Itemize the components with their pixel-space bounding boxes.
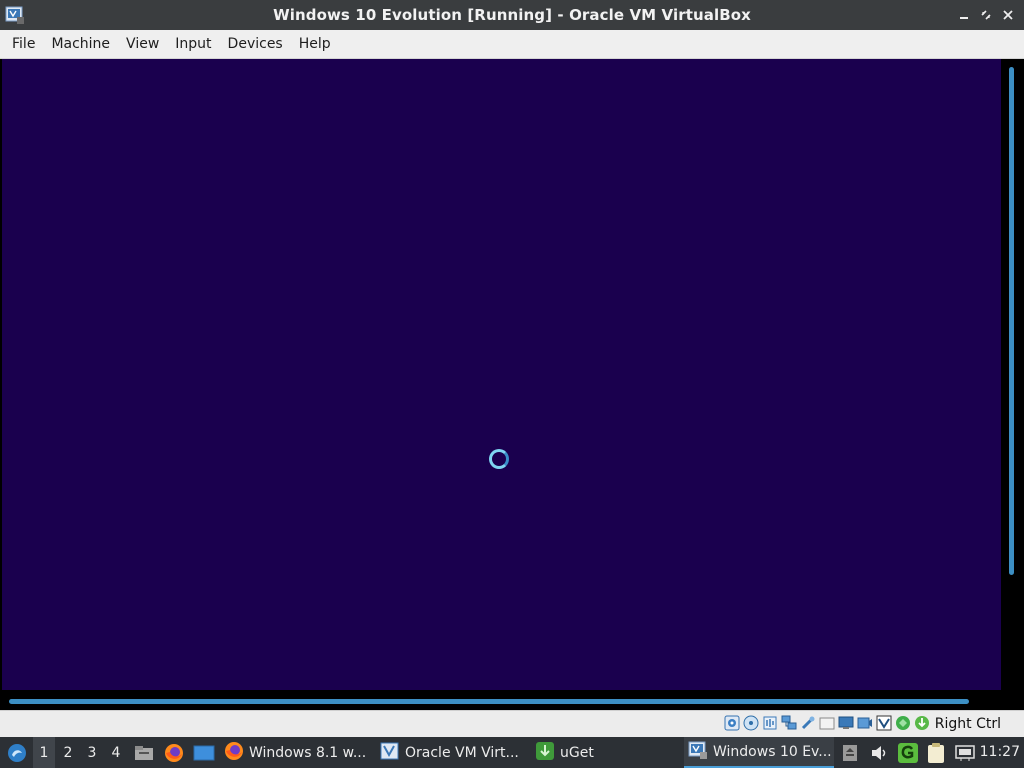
menu-help[interactable]: Help [291, 30, 339, 59]
menu-input[interactable]: Input [167, 30, 219, 59]
workspace-2[interactable]: 2 [57, 737, 79, 768]
menu-view[interactable]: View [118, 30, 167, 59]
video-capture-icon[interactable] [857, 715, 873, 731]
virtualbox-icon [688, 740, 708, 764]
virtualbox-icon [380, 741, 400, 765]
removable-drive-icon[interactable] [841, 737, 859, 768]
usb-icon[interactable] [800, 715, 816, 731]
clipboard-icon[interactable] [926, 737, 946, 768]
workspace-4[interactable]: 4 [105, 737, 127, 768]
task-label: Oracle VM Virt... [405, 744, 519, 761]
volume-icon[interactable] [869, 737, 889, 768]
menu-devices[interactable]: Devices [220, 30, 291, 59]
file-manager-icon[interactable] [134, 737, 154, 768]
firefox-icon[interactable] [164, 737, 184, 768]
horizontal-scrollbar-thumb[interactable] [9, 699, 969, 704]
task-windows-10[interactable]: Windows 10 Ev... [684, 737, 834, 768]
workspace-3[interactable]: 3 [81, 737, 103, 768]
cpu-icon[interactable] [895, 715, 911, 731]
uget-tray-icon[interactable] [897, 737, 919, 768]
network-icon[interactable] [781, 715, 797, 731]
vertical-scrollbar-thumb[interactable] [1009, 67, 1014, 575]
menu-file[interactable]: File [4, 30, 43, 59]
task-label: Windows 10 Ev... [713, 743, 832, 760]
taskbar: 1 2 3 4 Windows 8.1 w... Oracle VM Virt.… [0, 737, 1024, 768]
task-oracle-vm[interactable]: Oracle VM Virt... [380, 737, 519, 768]
loading-spinner-icon [489, 449, 509, 469]
task-windows-81[interactable]: Windows 8.1 w... [224, 737, 366, 768]
firefox-icon [224, 741, 244, 765]
host-key-label: Right Ctrl [934, 716, 1001, 732]
menu-bar: File Machine View Input Devices Help [0, 30, 1024, 59]
minimize-icon[interactable] [954, 5, 974, 25]
audio-icon[interactable] [762, 715, 778, 731]
vm-status-bar: Right Ctrl [0, 710, 1024, 738]
restore-icon[interactable] [976, 5, 996, 25]
mouse-integration-icon[interactable] [914, 715, 930, 731]
hard-disk-icon[interactable] [724, 715, 740, 731]
uget-icon [535, 741, 555, 765]
optical-drive-icon[interactable] [743, 715, 759, 731]
task-uget[interactable]: uGet [535, 737, 594, 768]
vm-display-frame [0, 59, 1024, 710]
virtualization-icon[interactable] [876, 715, 892, 731]
clock[interactable]: 11:27 [980, 737, 1020, 768]
close-icon[interactable] [998, 5, 1018, 25]
task-label: Windows 8.1 w... [249, 744, 367, 761]
shared-folders-icon[interactable] [819, 715, 835, 731]
network-tray-icon[interactable] [954, 737, 976, 768]
task-label: uGet [560, 744, 594, 761]
workspace-1[interactable]: 1 [33, 737, 55, 768]
window-title: Windows 10 Evolution [Running] - Oracle … [273, 6, 751, 24]
lxqt-menu-icon[interactable] [4, 737, 30, 768]
vm-screen[interactable] [2, 59, 1001, 690]
display-icon[interactable] [838, 715, 854, 731]
menu-machine[interactable]: Machine [43, 30, 118, 59]
show-desktop-icon[interactable] [193, 737, 215, 768]
window-titlebar[interactable]: Windows 10 Evolution [Running] - Oracle … [0, 0, 1024, 30]
